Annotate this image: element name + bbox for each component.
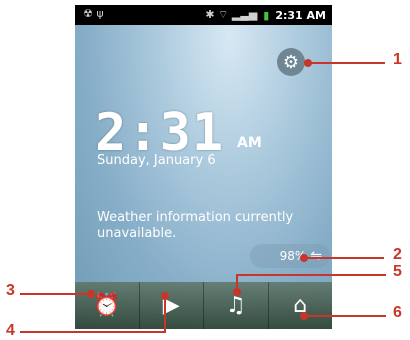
- callout-line-5: [236, 274, 386, 276]
- callout-line-4-vertical: [164, 295, 166, 333]
- gallery-icon[interactable]: ▶: [139, 282, 204, 329]
- callout-line-2: [306, 257, 384, 259]
- settings-gear-icon[interactable]: ⚙: [277, 48, 305, 76]
- callout-number-5: 5: [393, 263, 402, 280]
- callout-number-1: 1: [393, 51, 402, 68]
- dock-bar: ⏰ ▶ ♫ ⌂: [75, 282, 332, 329]
- callout-number-3: 3: [6, 282, 15, 299]
- weather-message[interactable]: Weather information currently unavailabl…: [97, 210, 317, 242]
- callout-line-4: [20, 331, 166, 333]
- status-left-icons: ☢ ψ: [83, 7, 104, 20]
- callout-number-4: 4: [6, 322, 15, 339]
- status-right-area: ✱ ⌔ ▂▃▅ ▮ 2:31 AM: [205, 8, 326, 22]
- callout-line-5-vertical: [236, 274, 238, 291]
- callout-line-1: [310, 62, 385, 64]
- battery-status-icon: ▮: [263, 8, 270, 22]
- callout-line-3: [20, 293, 90, 295]
- callout-number-6: 6: [393, 304, 402, 321]
- callout-line-6: [306, 315, 386, 317]
- battery-plug-icon: ⇋: [310, 248, 322, 264]
- clock-date: Sunday, January 6: [97, 153, 216, 168]
- status-signal-icons: ✱ ⌔ ▂▃▅: [205, 8, 258, 21]
- home-icon[interactable]: ⌂: [268, 282, 332, 329]
- callout-dot-3: [87, 290, 95, 298]
- clock-ampm: AM: [237, 135, 262, 151]
- callout-dot-4: [161, 292, 169, 300]
- status-time: 2:31 AM: [275, 8, 326, 22]
- alarm-clock-icon[interactable]: ⏰: [75, 282, 140, 329]
- status-bar: ☢ ψ ✱ ⌔ ▂▃▅ ▮ 2:31 AM: [75, 5, 332, 25]
- battery-widget[interactable]: 98% ⇋: [250, 244, 330, 268]
- callout-number-2: 2: [393, 246, 402, 263]
